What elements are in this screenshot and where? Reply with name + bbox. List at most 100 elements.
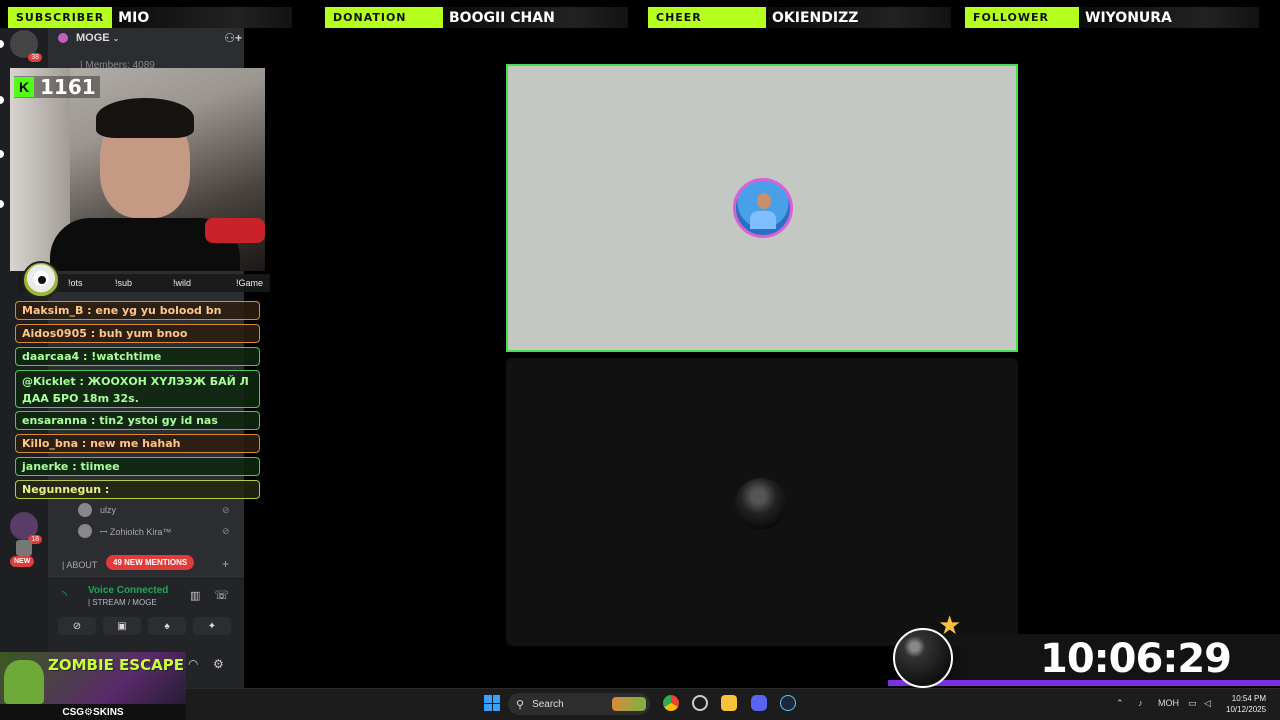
windows-start-icon[interactable] xyxy=(484,695,500,711)
participant-tile[interactable] xyxy=(506,358,1018,646)
command-wild: !wild xyxy=(173,278,192,288)
chat-message: Killo_bna : new me hahah xyxy=(15,434,260,453)
clock-date: 10/12/2025 xyxy=(1226,705,1267,714)
add-member-icon[interactable]: ⚇+ xyxy=(224,31,242,45)
promo-brand: CSG⚙SKINS xyxy=(0,704,186,720)
member-name: ꟷ Zohiolch Kira™ xyxy=(100,526,172,537)
follower-count: 1161 xyxy=(40,75,96,99)
chat-text: daarcaa4 : !watchtime xyxy=(22,350,162,363)
participant-avatar xyxy=(733,178,793,238)
unread-badge: 38 xyxy=(28,53,42,62)
server-name: MOGE xyxy=(76,32,110,44)
camera-off-button[interactable]: ⊘ xyxy=(58,617,96,635)
chat-message: ensaranna : tin2 ystoi gy id nas xyxy=(15,411,260,430)
avatar xyxy=(78,503,92,517)
discord-icon[interactable] xyxy=(751,695,767,711)
chevron-up-icon[interactable]: ⌃ xyxy=(1116,698,1124,709)
chat-message: Negunnegun : xyxy=(15,480,260,499)
zombie-character xyxy=(4,660,44,704)
alert-tag: CHEER xyxy=(648,7,766,28)
muted-icon: ⊘ xyxy=(222,505,230,515)
volume-icon[interactable]: ◁ xyxy=(1204,698,1211,709)
steam-icon[interactable] xyxy=(780,695,796,711)
screen-share-button[interactable]: ▣ xyxy=(103,617,141,635)
chat-message: @Kicklet : ЖООХОН ХҮЛЭЭЖ БАЙ Л ДАА БРО 1… xyxy=(15,370,260,408)
gamepad-icon: ♠ xyxy=(164,620,170,632)
chat-text: Aidos0905 : buh yum bnoo xyxy=(22,327,188,340)
chat-message: Aidos0905 : buh yum bnoo xyxy=(15,324,260,343)
alert-subscriber: SUBSCRIBER MIO xyxy=(8,7,293,28)
language-indicator[interactable]: МОН xyxy=(1158,698,1179,708)
fuse-spark-icon: ★ xyxy=(938,610,962,640)
chat-text: Maksim_B : ene yg yu bolood bn xyxy=(22,304,222,317)
alert-tag: DONATION xyxy=(325,7,443,28)
discord-home-icon[interactable]: 38 xyxy=(10,30,42,62)
avatar xyxy=(78,524,92,538)
microphone xyxy=(205,218,265,243)
microphone-icon[interactable]: ♪ xyxy=(1138,698,1143,708)
chat-message: Maksim_B : ene yg yu bolood bn xyxy=(15,301,260,320)
server-icon[interactable]: 18 xyxy=(10,512,42,544)
noise-suppression-icon[interactable]: ▥ xyxy=(190,589,200,602)
kick-logo-icon: K xyxy=(14,77,34,97)
taskbar-clock[interactable]: 10:54 PM 10/12/2025 xyxy=(1226,693,1266,715)
chat-text: janerke : tiimee xyxy=(22,460,120,473)
member-row[interactable]: ulzy xyxy=(78,502,116,518)
channel-about[interactable]: | ABOUT xyxy=(62,560,97,570)
participant-avatar xyxy=(735,478,787,530)
soundboard-button[interactable]: ✦ xyxy=(193,617,231,635)
chat-text: Negunnegun : xyxy=(22,483,110,496)
chat-message: daarcaa4 : !watchtime xyxy=(15,347,260,366)
search-highlight-image xyxy=(612,697,646,711)
screen-share-icon: ▣ xyxy=(117,620,127,632)
signal-icon: ◝ xyxy=(62,588,67,602)
taskbar-search[interactable]: ⚲ Search xyxy=(508,693,650,715)
alert-donation: DONATION BOOGII CHAN xyxy=(325,7,628,28)
chat-text: ensaranna : tin2 ystoi gy id nas xyxy=(22,414,218,427)
member-name: ulzy xyxy=(100,505,117,515)
new-mentions-pill[interactable]: 49 NEW MENTIONS xyxy=(106,555,195,570)
alert-value: BOOGII CHAN xyxy=(443,7,628,28)
participant-tile-speaking[interactable] xyxy=(506,64,1018,352)
alert-cheer: CHEER OKIENDIZZ xyxy=(648,7,951,28)
alert-tag: FOLLOWER xyxy=(965,7,1079,28)
chevron-down-icon: ⌄ xyxy=(112,33,120,43)
muted-icon: ⊘ xyxy=(222,526,230,536)
subathon-timer: 10:06:29 xyxy=(1040,636,1232,682)
alert-value: MIO xyxy=(112,7,293,28)
streamer-hair xyxy=(96,98,194,138)
server-icon[interactable] xyxy=(16,540,32,556)
obs-icon[interactable] xyxy=(692,695,708,711)
clock-time: 10:54 PM xyxy=(1231,694,1267,703)
voice-status: Voice Connected xyxy=(88,585,169,596)
voice-channel[interactable]: | STREAM / MOGE xyxy=(88,598,157,607)
alert-tag: SUBSCRIBER xyxy=(8,7,113,28)
avatar-face xyxy=(757,193,771,209)
headphones-icon[interactable]: ◠ xyxy=(188,657,198,671)
command-ots: !ots xyxy=(68,278,83,288)
avatar-body xyxy=(750,211,776,229)
file-explorer-icon[interactable] xyxy=(721,695,737,711)
command-game: !Game xyxy=(236,278,264,288)
camera-off-icon: ⊘ xyxy=(72,620,82,632)
search-icon: ⚲ xyxy=(516,698,525,711)
add-channel-icon[interactable]: + xyxy=(222,557,229,571)
server-header[interactable]: MOGE ⌄ ⚇+ xyxy=(58,30,242,46)
alert-value: WIYONURA xyxy=(1079,7,1259,28)
search-label: Search xyxy=(532,698,564,710)
gear-icon[interactable]: ⚙ xyxy=(213,657,224,671)
follower-counter: K 1161 xyxy=(14,75,100,99)
network-icon[interactable]: ▭ xyxy=(1188,698,1197,709)
activities-button[interactable]: ♠ xyxy=(148,617,186,635)
soundboard-icon: ✦ xyxy=(207,620,217,632)
chrome-icon[interactable] xyxy=(663,695,679,711)
disconnect-icon[interactable]: ☏ xyxy=(214,588,229,602)
promo-title: ZOMBIE ESCAPE xyxy=(48,656,184,674)
chat-text: @Kicklet : ЖООХОН ХҮЛЭЭЖ БАЙ Л ДАА БРО 1… xyxy=(22,375,249,405)
new-badge: NEW xyxy=(10,556,35,567)
alert-value: OKIENDIZZ xyxy=(766,7,951,28)
server-logo-icon xyxy=(58,33,68,43)
alert-follower: FOLLOWER WIYONURA xyxy=(965,7,1259,28)
eyeball-mascot-icon xyxy=(22,261,60,299)
member-row[interactable]: ꟷ Zohiolch Kira™ xyxy=(78,523,171,539)
